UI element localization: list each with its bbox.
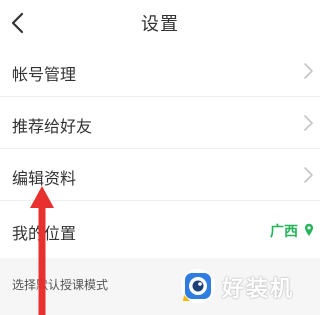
recommend-to-friend-item[interactable]: 推荐给好友 [0,98,320,149]
page-title: 设置 [141,14,179,35]
account-management-label: 帐号管理 [12,65,77,84]
map-pin-icon [305,223,313,236]
recommend-to-friend-label: 推荐给好友 [12,117,93,136]
default-teaching-mode-label: 选择默认授课模式 [12,278,109,292]
chevron-right-icon [304,63,313,79]
watermark: 好装机 [180,268,315,304]
chevron-right-icon [304,167,313,183]
watermark-text: 好装机 [222,277,295,302]
red-arrow-icon [30,186,54,315]
top-bar: 设置 [0,0,320,46]
account-management-item[interactable]: 帐号管理 [0,46,320,97]
eye-logo-icon [181,269,215,303]
settings-page: 设置 帐号管理 推荐给好友 编辑资料 我的位置 广西 选择默认授课模式 [0,0,320,315]
location-value: 广西 [270,224,298,240]
chevron-right-icon [304,115,313,131]
